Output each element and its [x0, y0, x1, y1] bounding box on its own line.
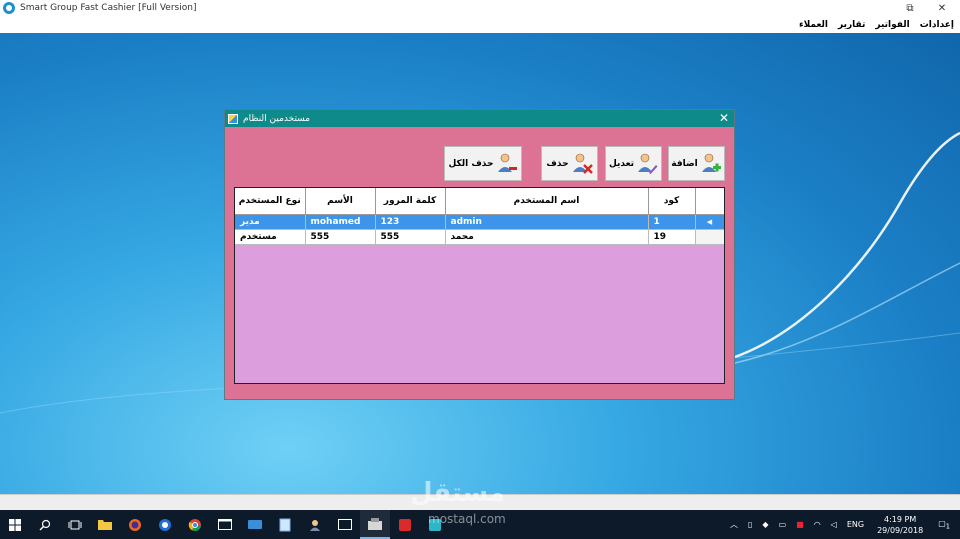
watermark-arabic: مستقل	[410, 478, 506, 508]
notification-center-icon[interactable]: ▢1	[938, 519, 950, 531]
users-grid[interactable]: كود اسم المستخدم كلمة المرور الأسم نوع ا…	[234, 187, 725, 384]
tray-usb-icon[interactable]: ▯	[748, 520, 752, 529]
users-app-icon[interactable]	[300, 510, 330, 539]
cell-username[interactable]: محمد	[445, 229, 649, 245]
red-app-icon[interactable]	[390, 510, 420, 539]
cell-code[interactable]: 19	[648, 229, 696, 245]
tray-network-icon[interactable]: ◆	[762, 520, 768, 529]
user-delete-icon	[572, 153, 593, 174]
notification-count: 1	[945, 522, 950, 531]
clock[interactable]: 4:19 PM 29/09/2018	[877, 514, 923, 536]
users-table: كود اسم المستخدم كلمة المرور الأسم نوع ا…	[235, 188, 724, 245]
dialog-title-bar: مستخدمين النظام ✕	[225, 110, 734, 127]
cell-name[interactable]: 555	[305, 229, 376, 245]
tray-expand-icon[interactable]: ︿	[730, 519, 738, 530]
cell-password[interactable]: 123	[375, 214, 446, 230]
delete-user-label: حذف	[546, 158, 569, 169]
system-tray: ︿ ▯ ◆ ▭ ■ ◠ ◁ ENG 4:19 PM 29/09/2018 ▢1	[725, 510, 960, 539]
menu-settings[interactable]: إعدادات	[920, 20, 954, 30]
cell-username[interactable]: admin	[445, 214, 649, 230]
cell-password[interactable]: 555	[375, 229, 446, 245]
app-title: Smart Group Fast Cashier [Full Version]	[20, 3, 197, 13]
user-edit-icon	[638, 153, 658, 174]
dialog-title: مستخدمين النظام	[243, 113, 311, 124]
column-header-name[interactable]: الأسم	[305, 188, 376, 215]
firefox-icon[interactable]	[120, 510, 150, 539]
tray-battery-icon[interactable]: ▭	[779, 520, 787, 529]
close-button[interactable]: ✕	[928, 0, 956, 16]
edit-user-label: تعديل	[608, 158, 635, 169]
restore-button[interactable]: ⧉	[896, 0, 924, 16]
clock-time: 4:19 PM	[884, 514, 917, 524]
tray-app-icon[interactable]: ■	[796, 520, 804, 529]
tray-volume-icon[interactable]: ◁	[831, 520, 837, 529]
window-app-icon-2[interactable]	[330, 510, 360, 539]
row-selector-arrow-icon: ◀	[695, 214, 724, 230]
user-remove-icon	[497, 153, 517, 172]
table-row[interactable]: ◀ 1 admin 123 mohamed مدير	[235, 214, 724, 230]
app-blue-icon[interactable]	[240, 510, 270, 539]
cell-code[interactable]: 1	[648, 214, 696, 230]
tray-wifi-icon[interactable]: ◠	[814, 520, 821, 529]
browser-icon[interactable]	[150, 510, 180, 539]
add-user-label: اضافة	[671, 158, 698, 169]
add-user-button[interactable]: اضافة	[668, 146, 725, 181]
cashier-app-icon[interactable]	[360, 510, 390, 539]
delete-user-button[interactable]: حذف	[541, 146, 598, 181]
menu-invoices[interactable]: الفواتير	[875, 20, 909, 30]
start-windows-icon[interactable]	[0, 510, 30, 539]
row-header	[695, 229, 724, 245]
notes-icon[interactable]	[270, 510, 300, 539]
table-row[interactable]: 19 محمد 555 555 مستخدم	[235, 229, 724, 245]
cell-name[interactable]: mohamed	[305, 214, 376, 230]
row-header-corner	[695, 188, 724, 215]
column-header-user-type[interactable]: نوع المستخدم	[235, 188, 306, 215]
delete-all-label: حذف الكل	[448, 158, 494, 169]
task-view-icon[interactable]	[60, 510, 90, 539]
system-users-dialog: مستخدمين النظام ✕ اضافة تعديل حذف حذف ال…	[224, 109, 735, 400]
menu-customers[interactable]: العملاء	[799, 20, 828, 30]
file-explorer-icon[interactable]	[90, 510, 120, 539]
dialog-close-icon[interactable]: ✕	[719, 111, 729, 125]
cell-user-type[interactable]: مستخدم	[235, 229, 306, 245]
edit-user-button[interactable]: تعديل	[605, 146, 662, 181]
grid-header-row: كود اسم المستخدم كلمة المرور الأسم نوع ا…	[235, 188, 724, 215]
app-title-bar: Smart Group Fast Cashier [Full Version] …	[0, 0, 960, 16]
dialog-app-icon	[228, 113, 238, 124]
language-indicator[interactable]: ENG	[847, 520, 864, 529]
app-logo-icon	[3, 2, 15, 14]
cell-user-type[interactable]: مدير	[235, 214, 306, 230]
column-header-username[interactable]: اسم المستخدم	[445, 188, 649, 215]
clock-date: 29/09/2018	[877, 525, 924, 535]
column-header-password[interactable]: كلمة المرور	[375, 188, 446, 215]
menu-reports[interactable]: تقارير	[838, 20, 865, 30]
window-app-icon[interactable]	[210, 510, 240, 539]
user-add-icon	[701, 153, 721, 172]
watermark-latin: mostaql.com	[428, 512, 506, 526]
delete-all-button[interactable]: حذف الكل	[444, 146, 522, 181]
menu-bar: إعدادات الفواتير تقارير العملاء	[0, 16, 960, 33]
search-icon[interactable]	[30, 510, 60, 539]
column-header-code[interactable]: كود	[648, 188, 696, 215]
chrome-icon[interactable]	[180, 510, 210, 539]
